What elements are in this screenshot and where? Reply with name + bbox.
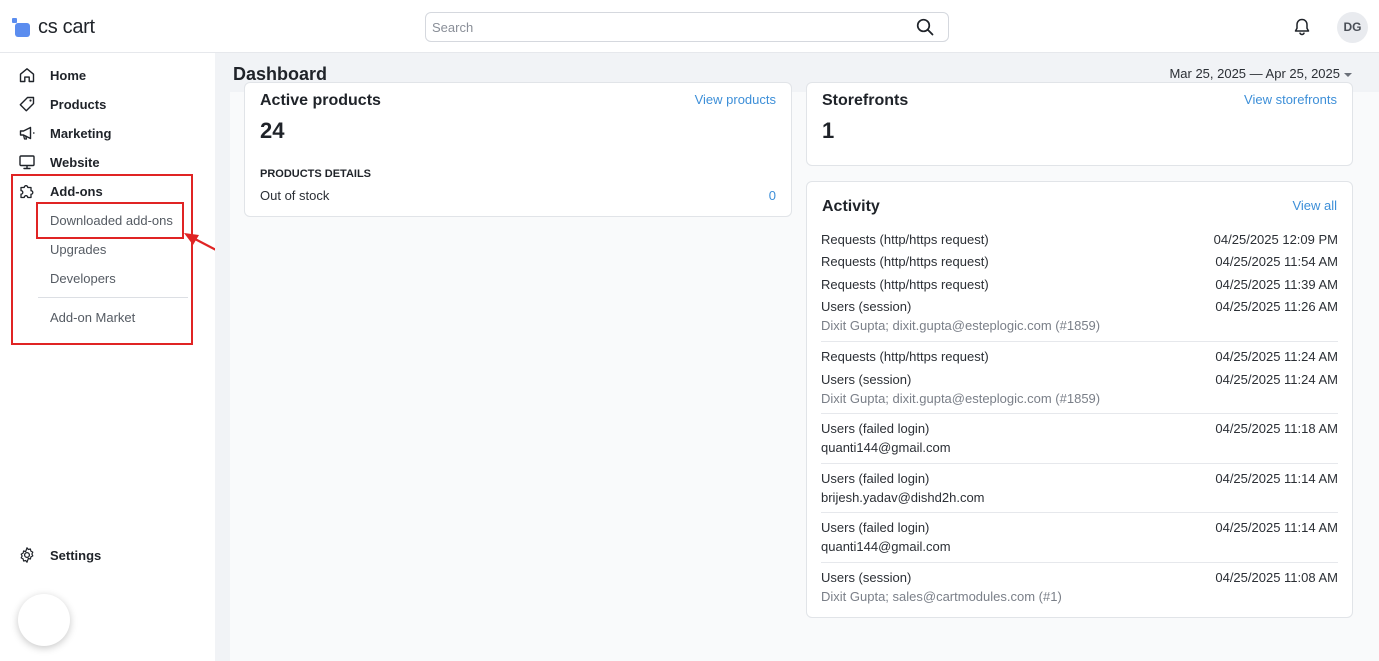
annotation-highlight-downloaded-addons — [36, 202, 184, 239]
cs-cart-logo[interactable]: cs cart — [12, 16, 95, 39]
sidebar-item-products[interactable]: Products — [18, 93, 106, 115]
notifications-bell-icon[interactable] — [1292, 17, 1312, 37]
active-products-count: 24 — [260, 118, 285, 143]
main-area: Dashboard Mar 25, 2025 — Apr 25, 2025 Ac… — [215, 53, 1379, 661]
activity-title: Activity — [822, 198, 880, 215]
activity-time: 04/25/2025 11:39 AM — [1215, 277, 1338, 292]
search-icon[interactable] — [916, 18, 934, 36]
storefronts-card: Storefronts View storefronts 1 — [806, 82, 1353, 166]
activity-time: 04/25/2025 11:18 AM — [1215, 421, 1338, 436]
sidebar-item-settings[interactable]: Settings — [18, 544, 101, 566]
activity-card: Activity View all Requests (http/https r… — [806, 181, 1353, 618]
annotation-highlight-addons-menu — [11, 174, 193, 345]
activity-divider — [821, 463, 1338, 464]
sidebar: Home Products Marketing Website Add-ons … — [0, 53, 215, 661]
activity-type: Users (failed login) — [821, 421, 930, 436]
activity-time: 04/25/2025 11:14 AM — [1215, 471, 1338, 486]
activity-time: 04/25/2025 11:54 AM — [1215, 254, 1338, 269]
activity-detail: quanti144@gmail.com — [821, 539, 951, 554]
caret-down-icon — [1344, 72, 1352, 77]
activity-type: Users (failed login) — [821, 471, 930, 486]
out-of-stock-count-link[interactable]: 0 — [769, 188, 776, 203]
sidebar-item-website[interactable]: Website — [18, 151, 100, 173]
megaphone-icon — [19, 126, 35, 140]
activity-divider — [821, 562, 1338, 563]
search-bar[interactable] — [425, 12, 949, 42]
logo-mark-icon — [12, 17, 32, 38]
activity-detail: quanti144@gmail.com — [821, 440, 951, 455]
activity-type: Users (session) — [821, 299, 912, 314]
activity-type: Requests (http/https request) — [821, 277, 989, 292]
floating-action-button[interactable] — [18, 594, 70, 646]
sidebar-item-label: Products — [50, 96, 107, 112]
activity-detail: brijesh.yadav@dishd2h.com — [821, 490, 985, 505]
view-all-activity-link[interactable]: View all — [1292, 198, 1337, 213]
sidebar-item-label: Marketing — [50, 125, 112, 141]
gear-icon — [20, 547, 34, 563]
search-input[interactable] — [426, 13, 896, 41]
activity-divider — [821, 512, 1338, 513]
activity-time: 04/25/2025 11:08 AM — [1215, 570, 1338, 585]
activity-time: 04/25/2025 12:09 PM — [1213, 232, 1338, 247]
activity-type: Users (session) — [821, 372, 912, 387]
out-of-stock-label: Out of stock — [260, 188, 330, 203]
sidebar-item-label: Home — [50, 67, 87, 83]
monitor-icon — [19, 155, 35, 170]
activity-divider — [821, 341, 1338, 342]
activity-type: Requests (http/https request) — [821, 254, 989, 269]
activity-type: Requests (http/https request) — [821, 232, 989, 247]
storefronts-title: Storefronts — [822, 92, 909, 109]
date-range-text: Mar 25, 2025 — Apr 25, 2025 — [1169, 66, 1340, 81]
activity-type: Requests (http/https request) — [821, 349, 989, 364]
sidebar-item-marketing[interactable]: Marketing — [18, 122, 111, 144]
active-products-card: Active products View products 24 PRODUCT… — [244, 82, 792, 217]
view-storefronts-link[interactable]: View storefronts — [1244, 92, 1337, 107]
active-products-title: Active products — [260, 92, 381, 109]
activity-time: 04/25/2025 11:24 AM — [1215, 372, 1338, 387]
activity-detail: Dixit Gupta; dixit.gupta@esteplogic.com … — [821, 318, 1101, 333]
storefronts-count: 1 — [822, 118, 835, 143]
products-details-heading: PRODUCTS DETAILS — [260, 168, 372, 180]
tag-icon — [19, 96, 35, 112]
activity-detail: Dixit Gupta; dixit.gupta@esteplogic.com … — [821, 391, 1101, 406]
activity-time: 04/25/2025 11:24 AM — [1215, 349, 1338, 364]
top-bar: cs cart DG — [0, 0, 1379, 53]
sidebar-item-label: Website — [50, 154, 100, 170]
sidebar-item-home[interactable]: Home — [18, 64, 86, 86]
date-range-picker[interactable]: Mar 25, 2025 — Apr 25, 2025 — [1169, 66, 1352, 81]
activity-type: Users (failed login) — [821, 520, 930, 535]
activity-time: 04/25/2025 11:14 AM — [1215, 520, 1338, 535]
activity-detail: Dixit Gupta; sales@cartmodules.com (#1) — [821, 589, 1062, 604]
activity-type: Users (session) — [821, 570, 912, 585]
activity-time: 04/25/2025 11:26 AM — [1215, 299, 1338, 314]
logo-text: cs cart — [38, 16, 95, 38]
view-products-link[interactable]: View products — [695, 92, 776, 107]
user-avatar[interactable]: DG — [1337, 12, 1368, 43]
dashboard-content: Active products View products 24 PRODUCT… — [230, 82, 1379, 661]
home-icon — [19, 68, 35, 83]
sidebar-item-label: Settings — [50, 547, 102, 563]
activity-divider — [821, 413, 1338, 414]
